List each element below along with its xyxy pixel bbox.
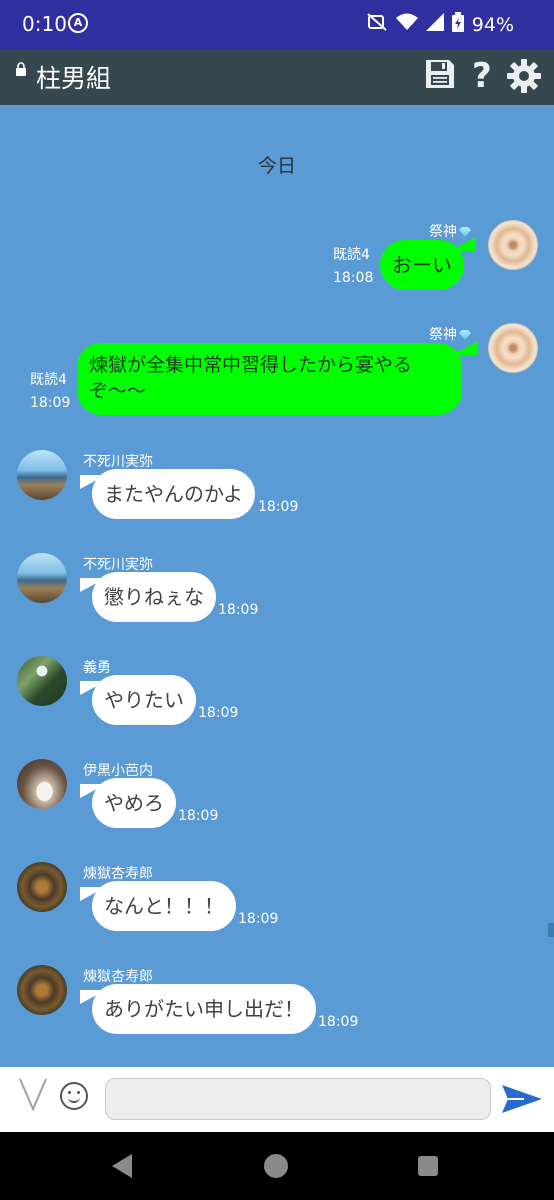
avatar[interactable] [17,450,67,500]
message-time: 18:09 [30,395,71,411]
message-time: 18:09 [258,499,299,515]
sender-name: 煉獄杏寿郎 [83,866,153,882]
bubble-tail [452,341,478,355]
accessibility-icon: A [68,13,88,33]
bubble-tail [450,237,476,251]
avatar[interactable] [17,656,67,706]
sender-name: 不死川実弥 [83,557,153,573]
message-time: 18:09 [218,602,259,618]
message-time: 18:09 [238,911,279,927]
battery-percent: 94% [471,13,514,36]
bubble-tail [80,681,106,695]
date-separator: 今日 [257,155,296,177]
gem-icon [459,330,471,340]
chat-area[interactable]: 今日 祭神 既読4 18:08 おーい 祭神 既読4 18:09 煉獄が全集中常… [0,105,554,1067]
help-icon[interactable]: ? [472,58,492,94]
battery-icon [451,12,464,37]
message-bubble[interactable]: ありがたい申し出だ！ [92,984,316,1034]
avatar[interactable] [17,862,67,912]
message-text: やめろ [104,791,164,815]
read-receipt: 既読4 [333,247,370,263]
sender-name: 煉獄杏寿郎 [83,969,153,985]
save-icon[interactable] [424,58,456,97]
emoji-icon[interactable] [60,1082,88,1110]
bubble-tail [80,990,106,1004]
message-text: ありがたい申し出だ！ [104,997,304,1021]
home-icon[interactable] [264,1154,288,1178]
status-bar: 0:10 A 94% [0,0,554,50]
message-bubble[interactable]: 煉獄が全集中常中習得したから宴やる ぞ〜〜 [77,343,462,415]
message-text: なんと！！！ [104,894,224,918]
bubble-tail [80,887,106,901]
message-time: 18:09 [198,705,239,721]
bubble-tail [80,578,106,592]
signal-icon [425,13,444,36]
read-receipt: 既読4 [30,372,67,388]
message-text: やりたい [104,688,184,712]
input-bar [0,1067,554,1132]
wifi-icon [395,13,418,36]
message-text: またやんのかよ [104,482,243,506]
recents-icon[interactable] [418,1156,438,1176]
bubble-tail [80,475,106,489]
avatar[interactable] [488,220,538,270]
gem-icon [459,227,471,237]
message-time: 18:09 [318,1014,359,1030]
avatar[interactable] [17,759,67,809]
message-bubble[interactable]: 懲りねぇな [92,572,216,622]
message-bubble[interactable]: やりたい [92,675,196,725]
message-text: 懲りねぇな [104,585,204,609]
avatar[interactable] [17,965,67,1015]
sender-name: 伊黒小芭内 [83,763,153,779]
sender-name: 不死川実弥 [83,454,153,470]
lock-icon [15,62,27,80]
app-bar: 柱男組 ? [0,50,554,105]
message-time: 18:09 [178,808,219,824]
expand-icon[interactable] [18,1077,48,1119]
message-time: 18:08 [333,270,374,286]
message-input[interactable] [105,1078,491,1120]
send-icon[interactable] [502,1083,542,1119]
status-icons: 94% [366,12,514,37]
chat-title: 柱男組 [36,64,112,93]
avatar[interactable] [488,323,538,373]
bubble-tail [80,784,106,798]
back-icon[interactable] [112,1154,132,1178]
message-text-line: ぞ〜〜 [89,380,147,402]
status-time: 0:10 [22,12,67,36]
avatar[interactable] [17,553,67,603]
message-bubble[interactable]: なんと！！！ [92,881,236,931]
scroll-indicator[interactable] [548,923,554,937]
message-text: おーい [392,253,452,277]
message-text-line: 煉獄が全集中常中習得したから宴やる [89,354,413,376]
mute-icon [366,12,388,37]
settings-icon[interactable] [506,58,542,101]
sender-name: 義勇 [83,660,111,676]
navigation-bar [0,1132,554,1200]
message-bubble[interactable]: またやんのかよ [92,469,255,519]
